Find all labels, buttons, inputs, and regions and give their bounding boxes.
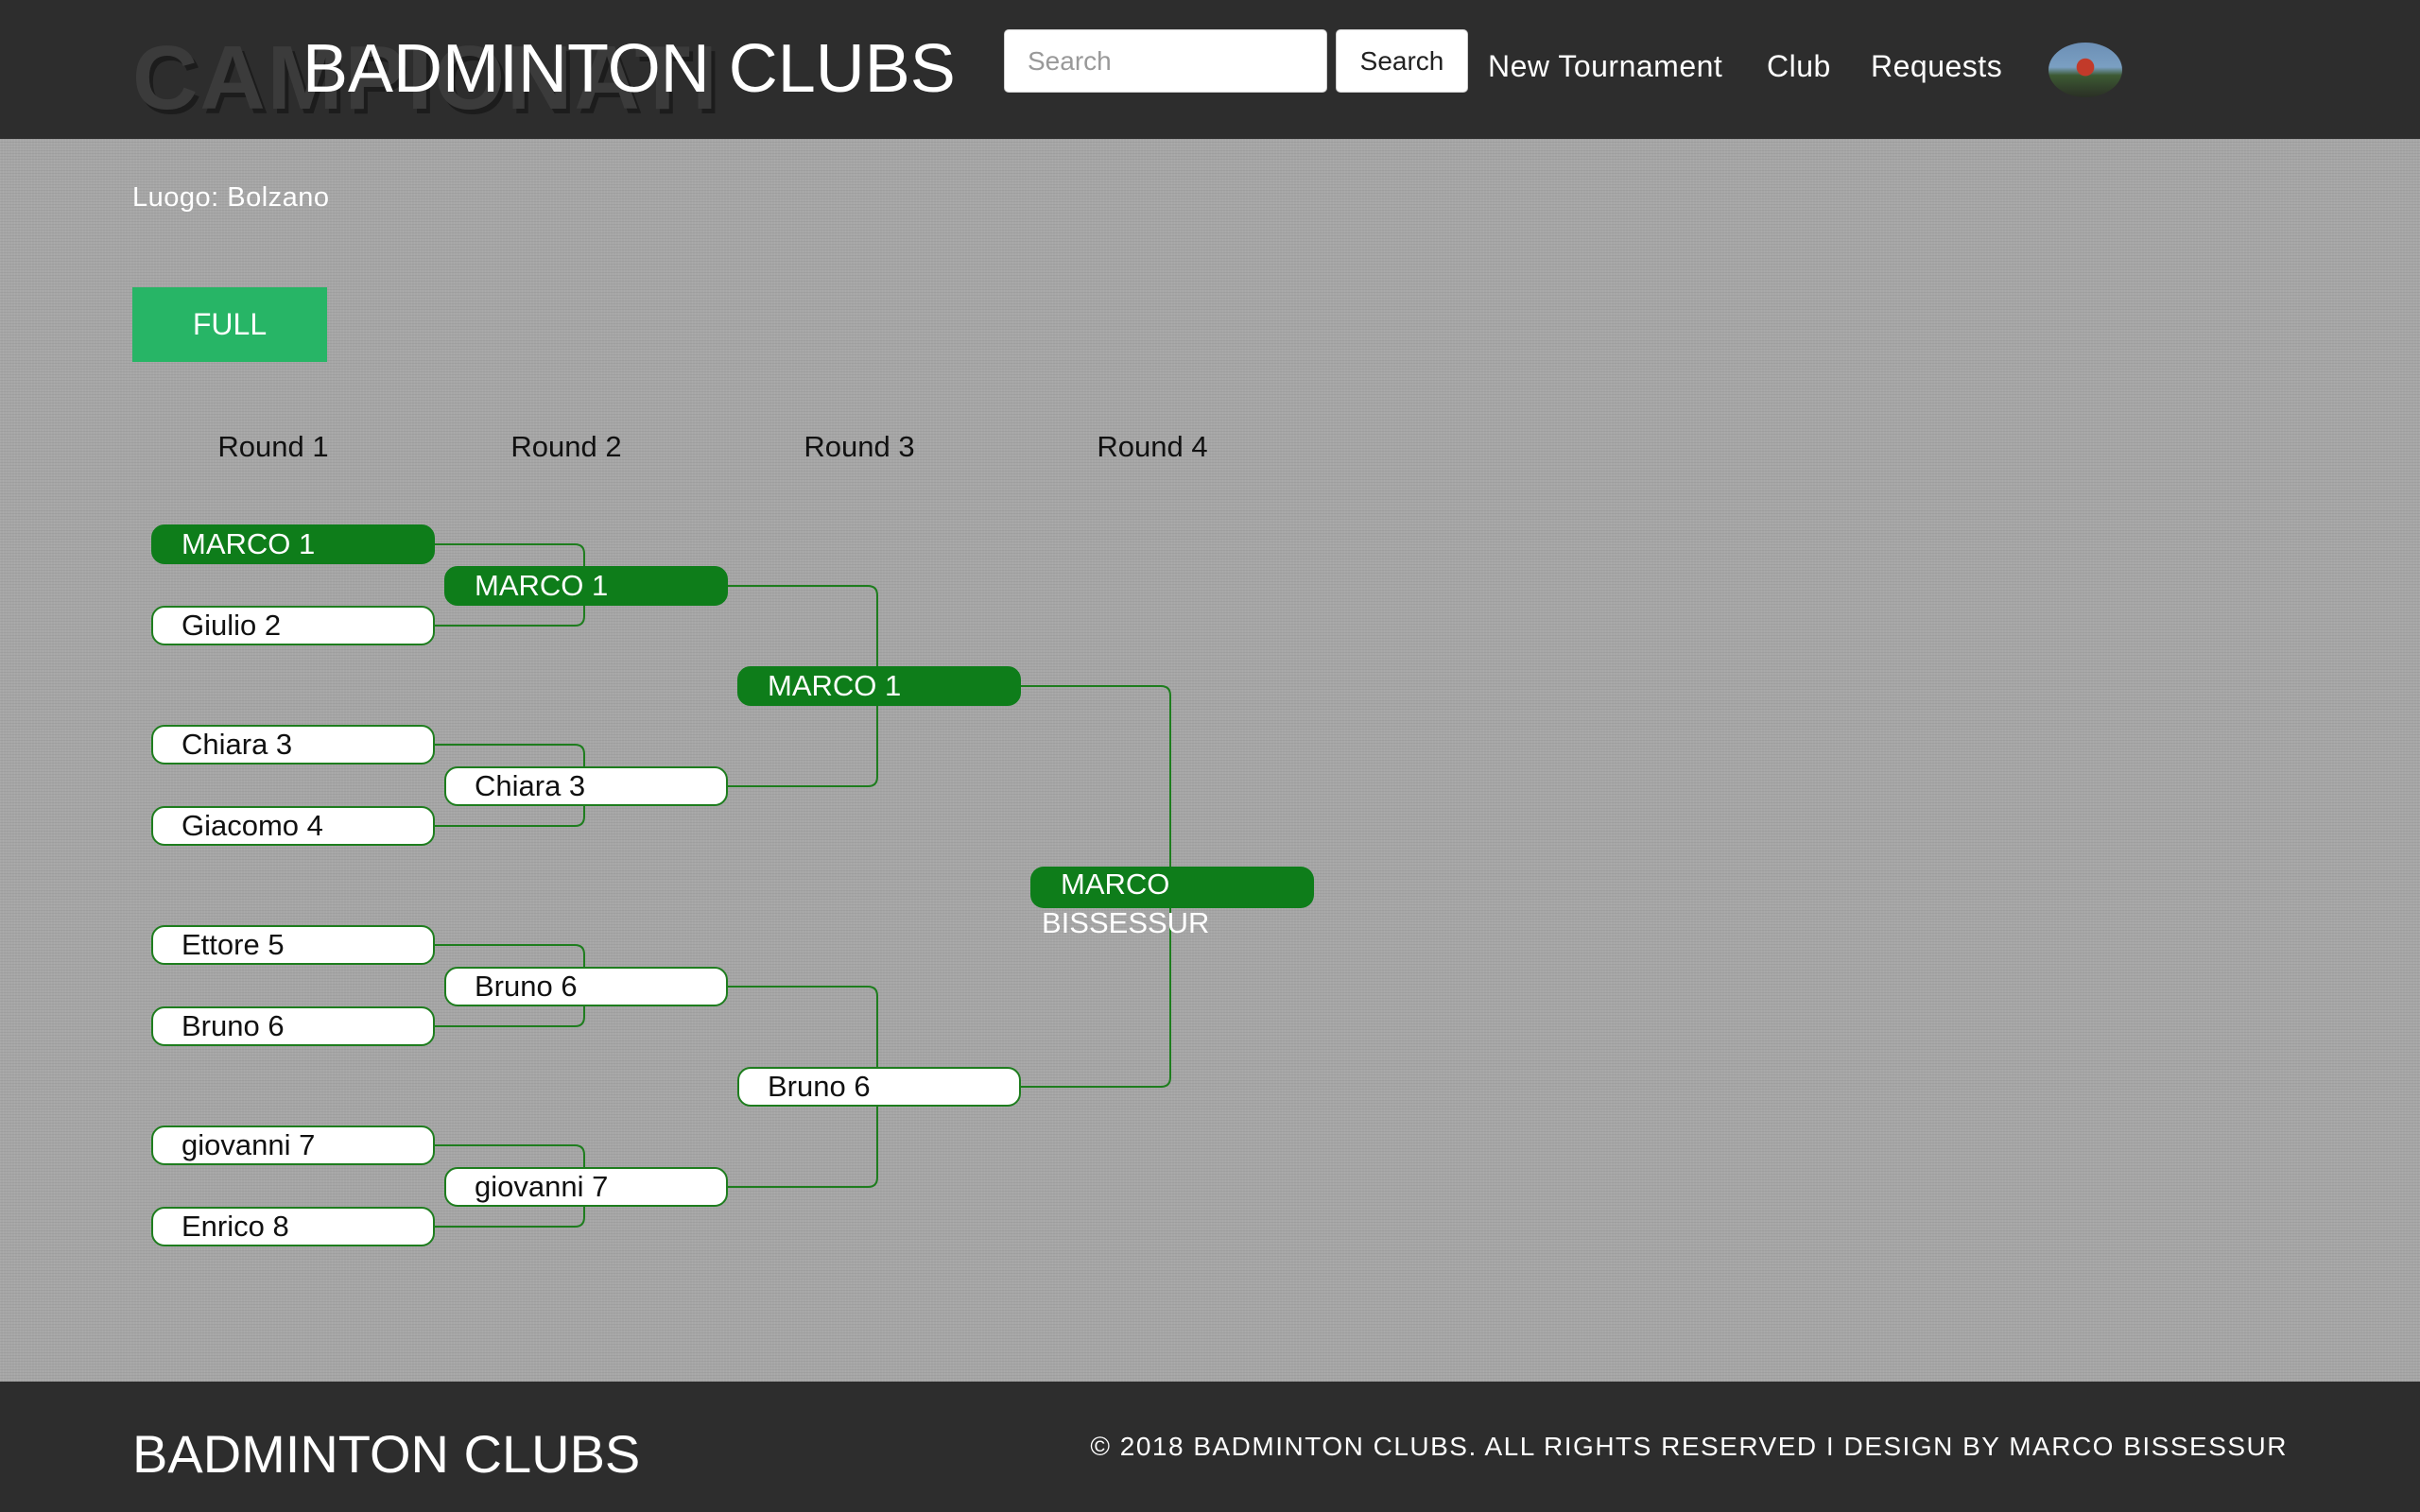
round2-player-2[interactable]: Chiara 3 [444,766,728,806]
round1-player-6[interactable]: Bruno 6 [151,1006,435,1046]
round1-player-1[interactable]: MARCO 1 [151,524,435,564]
round1-player-3[interactable]: Chiara 3 [151,725,435,765]
round1-player-7[interactable]: giovanni 7 [151,1125,435,1165]
footer-copyright: © 2018 BADMINTON CLUBS. ALL RIGHTS RESER… [1090,1432,2288,1461]
round3-player-2[interactable]: Bruno 6 [737,1067,1021,1107]
round1-player-5[interactable]: Ettore 5 [151,925,435,965]
round2-player-4[interactable]: giovanni 7 [444,1167,728,1207]
round1-player-8[interactable]: Enrico 8 [151,1207,435,1246]
round2-player-1[interactable]: MARCO 1 [444,566,728,606]
champion-name: MARCO BISSESSUR [1042,868,1210,939]
round2-player-3[interactable]: Bruno 6 [444,967,728,1006]
footer-title: BADMINTON CLUBS [132,1424,641,1484]
round1-player-4[interactable]: Giacomo 4 [151,806,435,846]
site-footer: BADMINTON CLUBS © 2018 BADMINTON CLUBS. … [0,1382,2420,1512]
round3-player-1[interactable]: MARCO 1 [737,666,1021,706]
round1-player-2[interactable]: Giulio 2 [151,606,435,645]
